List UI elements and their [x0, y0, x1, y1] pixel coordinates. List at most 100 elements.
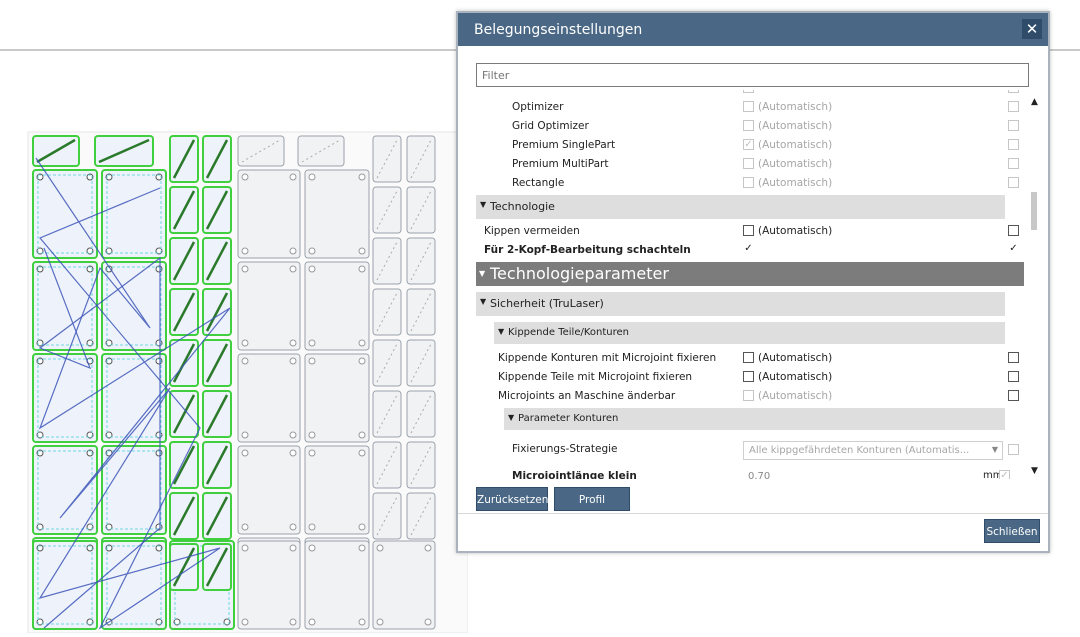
- nested-part[interactable]: [237, 540, 301, 630]
- override-checkbox[interactable]: [1008, 101, 1019, 112]
- override-checkbox[interactable]: [1008, 158, 1019, 169]
- checkbox[interactable]: [743, 352, 754, 363]
- nested-strip-active[interactable]: [202, 135, 232, 183]
- override-checkbox[interactable]: [1008, 120, 1019, 131]
- nested-strip[interactable]: [406, 288, 436, 336]
- nested-strip[interactable]: [406, 339, 436, 387]
- override-checkbox-checked[interactable]: ✓: [1008, 244, 1019, 255]
- nested-strip[interactable]: [372, 492, 402, 540]
- nested-strip-active[interactable]: [32, 135, 80, 167]
- tree-row-rectangle[interactable]: Rectangle (Automatisch): [476, 174, 1028, 193]
- override-checkbox[interactable]: [1008, 139, 1019, 150]
- nested-strip[interactable]: [406, 135, 436, 183]
- nested-part-active[interactable]: [32, 261, 98, 351]
- tree-row-kippen-vermeiden[interactable]: Kippen vermeiden (Automatisch): [476, 222, 1028, 241]
- nested-part-active[interactable]: [101, 261, 167, 351]
- nested-strip[interactable]: [297, 135, 345, 167]
- override-checkbox[interactable]: [1008, 177, 1019, 188]
- nested-strip-active[interactable]: [202, 237, 232, 285]
- nested-strip[interactable]: [406, 492, 436, 540]
- nested-strip-active[interactable]: [169, 237, 199, 285]
- sheet-layout[interactable]: [0, 128, 469, 634]
- collapse-triangle-icon[interactable]: ▼: [480, 297, 486, 306]
- filter-input[interactable]: [476, 63, 1029, 87]
- tree-row-kippende-teile[interactable]: Kippende Teile mit Microjoint fixieren (…: [476, 368, 1028, 387]
- nested-strip-active[interactable]: [169, 186, 199, 234]
- nested-part-active[interactable]: [101, 540, 167, 630]
- override-checkbox[interactable]: [1008, 352, 1019, 363]
- nested-part-active[interactable]: [101, 169, 167, 259]
- nested-strip-active[interactable]: [202, 441, 232, 489]
- override-checkbox[interactable]: [1008, 225, 1019, 236]
- collapse-triangle-icon[interactable]: ▼: [508, 413, 514, 422]
- nested-strip[interactable]: [406, 186, 436, 234]
- nested-part-active[interactable]: [32, 169, 98, 259]
- tree-row-premium-singlepart[interactable]: Premium SinglePart ✓ (Automatisch): [476, 136, 1028, 155]
- nested-strip-active[interactable]: [169, 288, 199, 336]
- nested-strip-active[interactable]: [202, 543, 232, 591]
- nested-strip[interactable]: [406, 441, 436, 489]
- checkbox[interactable]: [743, 225, 754, 236]
- nested-strip-active[interactable]: [202, 492, 232, 540]
- tree-row-optimizer[interactable]: Optimizer (Automatisch): [476, 98, 1028, 117]
- scroll-up-icon[interactable]: ▲: [1031, 97, 1038, 107]
- nested-strip[interactable]: [372, 390, 402, 438]
- nested-strip[interactable]: [372, 135, 402, 183]
- nested-strip-active[interactable]: [169, 543, 199, 591]
- close-icon[interactable]: ✕: [1022, 19, 1042, 39]
- section-sicherheit[interactable]: ▼ Sicherheit (TruLaser): [476, 292, 1005, 316]
- section-technologieparameter[interactable]: ▼ Technologieparameter: [476, 262, 1024, 286]
- nested-strip-active[interactable]: [202, 339, 232, 387]
- collapse-triangle-icon[interactable]: ▼: [498, 327, 504, 336]
- checkbox-checked[interactable]: ✓: [743, 244, 754, 255]
- override-checkbox[interactable]: [1008, 371, 1019, 382]
- nested-strip-active[interactable]: [169, 441, 199, 489]
- tree-row-kippende-konturen[interactable]: Kippende Konturen mit Microjoint fixiere…: [476, 349, 1028, 368]
- chevron-down-icon[interactable]: ▼: [992, 445, 998, 454]
- create-profile-button[interactable]: Profil erstellen: [554, 487, 630, 530]
- override-checkbox[interactable]: [1008, 444, 1019, 455]
- section-kippende-teile[interactable]: ▼ Kippende Teile/Konturen: [494, 322, 1005, 344]
- fixierungs-strategie-select[interactable]: Alle kippgefährdeten Konturen (Automatis…: [743, 441, 1003, 460]
- nested-part[interactable]: [304, 540, 370, 630]
- tree-scrollbar[interactable]: ▲ ▼: [1028, 90, 1042, 479]
- dialog-titlebar[interactable]: Belegungseinstellungen ✕: [458, 13, 1048, 46]
- section-parameter-konturen[interactable]: ▼ Parameter Konturen: [504, 408, 1005, 430]
- nested-part-active[interactable]: [101, 445, 167, 535]
- nested-part[interactable]: [304, 445, 370, 535]
- nested-strip[interactable]: [406, 237, 436, 285]
- nested-strip[interactable]: [372, 186, 402, 234]
- nested-strip-active[interactable]: [169, 492, 199, 540]
- nesting-canvas[interactable]: [0, 128, 469, 634]
- nested-strip-active[interactable]: [169, 339, 199, 387]
- tree-row-grid-optimizer[interactable]: Grid Optimizer (Automatisch): [476, 117, 1028, 136]
- scroll-down-icon[interactable]: ▼: [1031, 466, 1038, 476]
- nested-part[interactable]: [304, 169, 370, 259]
- tree-row-zweikopf[interactable]: Für 2-Kopf-Bearbeitung schachteln ✓ ✓: [476, 241, 1028, 260]
- nested-part[interactable]: [237, 353, 301, 443]
- collapse-triangle-icon[interactable]: ▼: [479, 269, 485, 278]
- override-checkbox-checked[interactable]: ✓: [999, 470, 1010, 479]
- nested-part[interactable]: [304, 261, 370, 351]
- nested-strip[interactable]: [372, 288, 402, 336]
- tree-row-premium-multipart[interactable]: Premium MultiPart (Automatisch): [476, 155, 1028, 174]
- nested-strip-active[interactable]: [202, 186, 232, 234]
- tree-row-microjoints-aenderbar[interactable]: Microjoints an Maschine änderbar (Automa…: [476, 387, 1028, 406]
- section-technologie[interactable]: ▼ Technologie: [476, 195, 1005, 219]
- nested-part[interactable]: [372, 540, 436, 630]
- checkbox[interactable]: [743, 371, 754, 382]
- tree-row-microjointlaenge-klein[interactable]: Microjointlänge klein 0.70 mm ✓: [476, 467, 1028, 479]
- nested-strip-active[interactable]: [94, 135, 154, 167]
- nested-strip[interactable]: [372, 339, 402, 387]
- nested-strip[interactable]: [372, 441, 402, 489]
- close-dialog-button[interactable]: Schließen: [984, 519, 1040, 543]
- nested-strip[interactable]: [406, 390, 436, 438]
- nested-strip[interactable]: [237, 135, 285, 167]
- nested-strip-active[interactable]: [169, 135, 199, 183]
- nested-part[interactable]: [237, 169, 301, 259]
- override-checkbox[interactable]: [1008, 390, 1019, 401]
- tree-row-fixierungs-strategie[interactable]: Fixierungs-Strategie Alle kippgefährdete…: [476, 440, 1028, 462]
- nested-strip-active[interactable]: [202, 390, 232, 438]
- nested-part[interactable]: [237, 261, 301, 351]
- nested-part[interactable]: [304, 353, 370, 443]
